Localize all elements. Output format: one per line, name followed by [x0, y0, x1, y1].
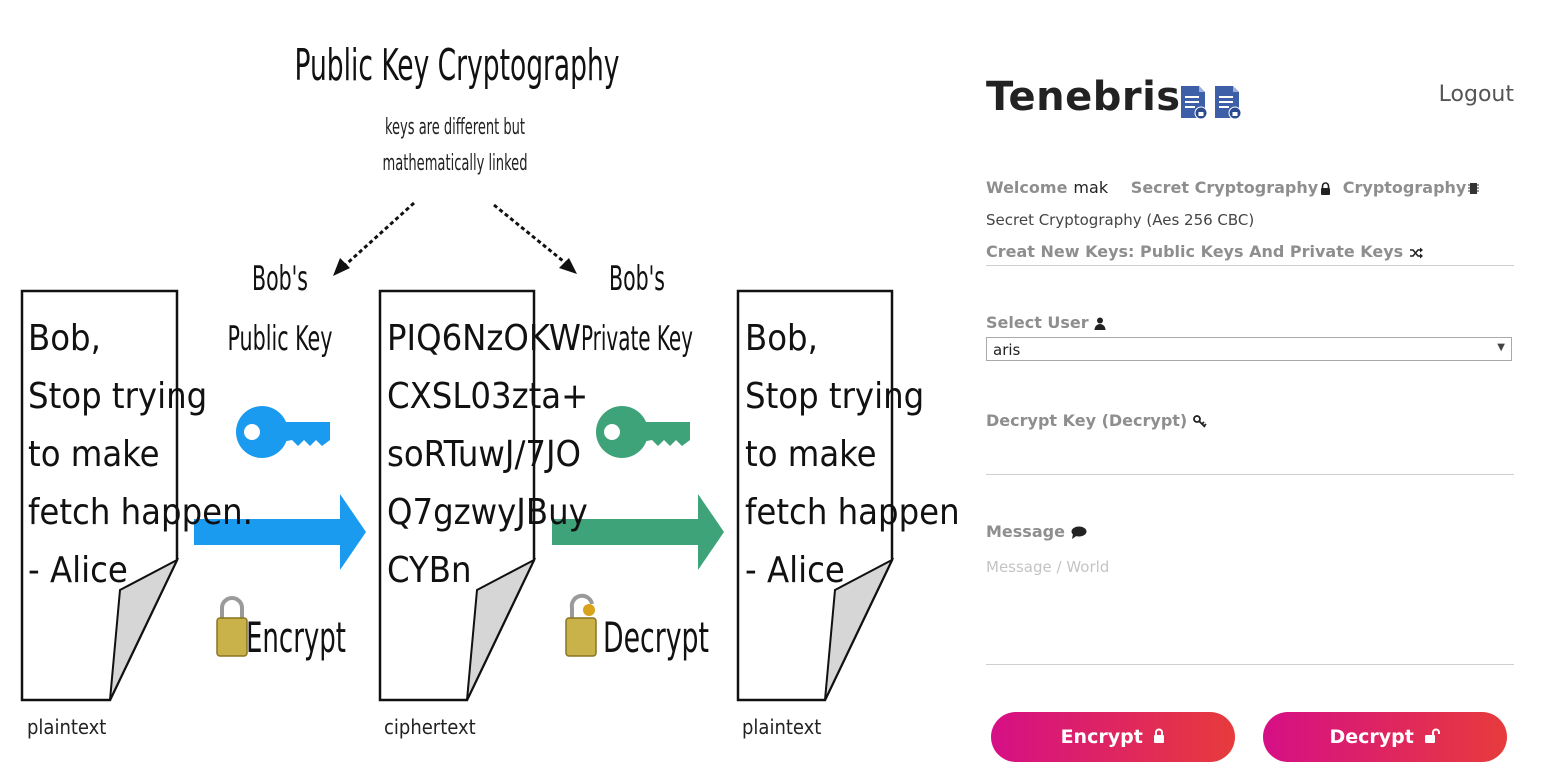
- welcome-text: Welcome: [986, 178, 1068, 197]
- decrypt-button[interactable]: Decrypt: [1263, 712, 1507, 762]
- user-select-value: aris: [993, 341, 1021, 359]
- decrypted-plaintext-document: Bob, Stop trying to make fetch happen. -…: [736, 289, 960, 702]
- crypto-panel: Tenebris Logout Welcome mak Secret Crypto…: [986, 0, 1514, 769]
- brand-title: Tenebris: [986, 74, 1181, 120]
- dashed-arrow-left: [333, 201, 416, 276]
- nav-cryptography-label: Cryptography: [1342, 178, 1467, 197]
- create-keys-link[interactable]: Creat New Keys: Public Keys And Private …: [986, 242, 1423, 261]
- decrypt-diagram-label: Decrypt: [603, 613, 709, 662]
- encrypt-diagram-label: Encrypt: [246, 613, 346, 662]
- ciphertext-line: CYBn: [387, 550, 472, 591]
- decrypt-button-label: Decrypt: [1329, 726, 1414, 748]
- locked-document-icon: [1215, 86, 1242, 120]
- encrypt-button-label: Encrypt: [1060, 726, 1143, 748]
- private-key-label-2: Private Key: [581, 319, 693, 359]
- unlock-icon: [1425, 728, 1441, 743]
- message-underline: [986, 664, 1514, 665]
- diagram-subtitle-1: keys are different but: [385, 115, 525, 140]
- dashed-arrow-right: [493, 203, 577, 274]
- locked-document-icon: [1181, 86, 1208, 120]
- user-select[interactable]: aris ▼: [986, 337, 1512, 361]
- padlock-open-icon: [565, 593, 597, 657]
- brand-icons: [1179, 84, 1243, 120]
- username: mak: [1073, 178, 1109, 197]
- chip-icon: [1468, 183, 1480, 194]
- plaintext-line: to make: [28, 434, 160, 475]
- private-key-icon: [596, 406, 690, 458]
- plaintext-line: - Alice: [28, 550, 128, 591]
- message-textarea[interactable]: Message / World: [986, 552, 1514, 662]
- message-label-text: Message: [986, 522, 1065, 541]
- nav-secret-cryptography[interactable]: Secret Cryptography: [1131, 178, 1331, 197]
- decrypt-key-underline: [986, 474, 1514, 475]
- decrypted-plaintext-caption: plaintext: [742, 715, 821, 739]
- ciphertext-line: PIQ6NzOKW: [387, 318, 581, 359]
- public-key-icon: [236, 406, 330, 458]
- dropdown-caret-icon: ▼: [1497, 342, 1505, 353]
- public-key-diagram: Public Key Cryptography keys are differe…: [20, 40, 960, 739]
- ciphertext-caption: ciphertext: [384, 715, 476, 739]
- private-key-label-1: Bob's: [609, 259, 665, 299]
- shuffle-icon: [1409, 247, 1423, 258]
- ciphertext-line: CXSL03zta+: [387, 376, 588, 417]
- plaintext-line: to make: [745, 434, 877, 475]
- plaintext-line: fetch happen.: [28, 492, 253, 533]
- plaintext-line: - Alice: [745, 550, 845, 591]
- key-icon: [1192, 415, 1207, 428]
- logout-link[interactable]: Logout: [1439, 82, 1514, 107]
- diagram-title: Public Key Cryptography: [295, 40, 620, 91]
- nav-cryptography[interactable]: Cryptography: [1343, 178, 1480, 197]
- decrypt-key-label-text: Decrypt Key (Decrypt): [986, 411, 1188, 430]
- ciphertext-line: soRTuwJ/7JO: [387, 434, 581, 475]
- top-nav: Welcome mak Secret Cryptography Cryptogra…: [986, 178, 1485, 197]
- decrypt-key-label: Decrypt Key (Decrypt): [986, 411, 1207, 430]
- select-user-label: Select User: [986, 313, 1106, 332]
- comment-icon: [1071, 526, 1086, 539]
- decrypt-key-input[interactable]: [986, 435, 1514, 473]
- plaintext-caption: plaintext: [27, 715, 106, 739]
- diagram-subtitle-2: mathematically linked: [383, 151, 528, 176]
- plaintext-line: Bob,: [28, 318, 101, 359]
- message-label: Message: [986, 522, 1087, 541]
- plaintext-line: fetch happen.: [745, 492, 960, 533]
- divider: [986, 265, 1514, 266]
- cipher-info: Secret Cryptography (Aes 256 CBC): [986, 211, 1255, 229]
- plaintext-line: Bob,: [745, 318, 818, 359]
- message-placeholder: Message / World: [986, 558, 1110, 576]
- plaintext-line: Stop trying: [28, 376, 207, 417]
- create-keys-label: Creat New Keys: Public Keys And Private …: [986, 242, 1404, 261]
- plaintext-line: Stop trying: [745, 376, 924, 417]
- select-user-label-text: Select User: [986, 313, 1089, 332]
- user-icon: [1094, 317, 1106, 330]
- public-key-label-1: Bob's: [252, 259, 308, 299]
- ciphertext-line: Q7gzwyJBuy: [387, 492, 588, 533]
- encrypt-button[interactable]: Encrypt: [991, 712, 1235, 762]
- nav-secret-cryptography-label: Secret Cryptography: [1130, 178, 1319, 197]
- lock-icon: [1154, 728, 1165, 743]
- padlock-closed-icon: [216, 596, 248, 657]
- public-key-label-2: Public Key: [228, 319, 333, 359]
- lock-icon: [1321, 182, 1331, 195]
